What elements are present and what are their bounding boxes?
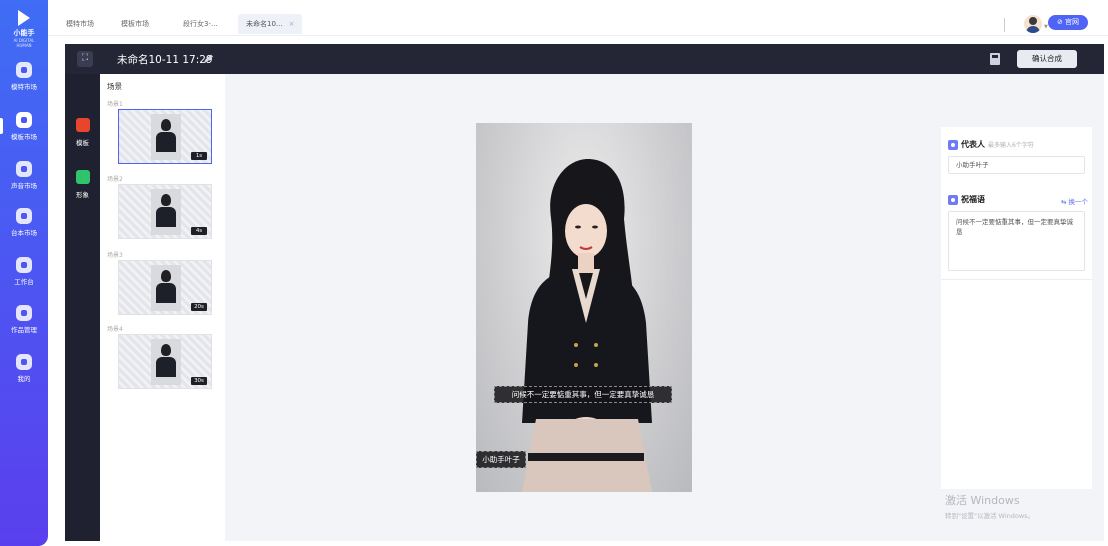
tab-strip: 模特市场 模板市场 段行女3-... 未命名10... × ▼ ⊘ 官网: [48, 6, 1108, 36]
watermark-subtitle: 转到"设置"以激活 Windows。: [945, 512, 1035, 520]
nav-label: 模特市场: [11, 83, 37, 91]
scene-thumbnail[interactable]: 1s: [118, 109, 212, 164]
tab-label: 未命名10...: [246, 20, 283, 28]
nav-label: 我的: [17, 375, 31, 383]
greeting-title: 祝福语: [961, 195, 985, 204]
rail-tab-avatar[interactable]: 形象: [65, 170, 100, 199]
scene-duration: 20s: [191, 303, 207, 311]
works-icon: [16, 305, 32, 321]
nav-label: 工作台: [14, 278, 34, 286]
edit-icon[interactable]: [203, 54, 215, 64]
script-icon: [16, 208, 32, 224]
divider: [941, 279, 1092, 280]
profile-icon: [16, 354, 32, 370]
chevron-down-icon[interactable]: ▼: [1044, 24, 1048, 30]
nav-workbench[interactable]: 工作台: [0, 257, 48, 297]
scene-panel: 场景 场景1 1s 场景2 4s 场景3 20s 场景4 30s: [100, 74, 225, 541]
scene-panel-title: 场景: [107, 82, 122, 91]
scene-label: 场景4: [107, 326, 123, 333]
tab-label: 段行女3-...: [183, 20, 218, 28]
close-icon[interactable]: ×: [289, 20, 295, 28]
scene-label: 场景1: [107, 101, 123, 108]
app-logo[interactable]: 小能手 AI DIGITAL HUMAN: [9, 10, 39, 48]
divider: [1004, 18, 1005, 32]
nav-script-market[interactable]: 台本市场: [0, 208, 48, 248]
scene-thumbnail[interactable]: 30s: [118, 334, 212, 389]
representative-hint: 最多输入6个字符: [988, 142, 1034, 149]
nav-label: 作品管理: [11, 326, 37, 334]
scene-preview-image: [151, 339, 181, 385]
representative-header: 代表人 最多输入6个字符: [948, 139, 1034, 151]
avatar[interactable]: [1024, 15, 1042, 33]
nav-voice-market[interactable]: 声音市场: [0, 161, 48, 201]
greeting-icon: [948, 194, 958, 205]
scene-label: 场景3: [107, 252, 123, 259]
scene-thumbnail[interactable]: 20s: [118, 260, 212, 315]
scene-thumbnail[interactable]: 4s: [118, 184, 212, 239]
scene-duration: 1s: [191, 152, 207, 160]
rail-label: 模板: [76, 139, 89, 147]
swap-greeting-button[interactable]: ⇆ 换一个: [1061, 196, 1088, 206]
person-icon: [948, 139, 958, 150]
app-name: 小能手: [13, 29, 35, 37]
nav-label: 模板市场: [11, 133, 37, 141]
scene-preview-image: [151, 114, 181, 160]
subtitle-overlay[interactable]: 问候不一定要惦重其事，但一定要真挚诚恳: [494, 386, 672, 403]
greeting-textarea[interactable]: 问候不一定要惦重其事，但一定要真挚诚恳: [948, 211, 1085, 271]
editor-toolbar: ⛶ 未命名10-11 17:29 确认合成: [65, 44, 1104, 74]
nav-template-market[interactable]: 模板市场: [0, 112, 48, 152]
tab-model-market[interactable]: 模特市场: [58, 14, 102, 34]
name-tag-overlay[interactable]: 小助手叶子: [476, 451, 526, 468]
official-site-button[interactable]: ⊘ 官网: [1048, 15, 1088, 30]
nav-works-management[interactable]: 作品管理: [0, 305, 48, 345]
properties-panel: 代表人 最多输入6个字符 小助手叶子 祝福语 ⇆ 换一个 问候不一定要惦重其事，但…: [941, 127, 1092, 489]
representative-title: 代表人: [961, 140, 985, 149]
watermark-title: 激活 Windows: [945, 494, 1020, 507]
save-icon[interactable]: [990, 53, 1000, 65]
windows-activation-watermark: 激活 Windows 转到"设置"以激活 Windows。: [945, 492, 1034, 520]
rail-tab-template[interactable]: 模板: [65, 118, 100, 147]
user-icon: [16, 62, 32, 78]
tab-label: 模特市场: [66, 20, 94, 28]
tab-template-detail[interactable]: 段行女3-...: [175, 14, 226, 34]
template-icon: [75, 118, 90, 132]
avatar-icon: [75, 170, 90, 184]
scene-duration: 30s: [191, 377, 207, 385]
voice-icon: [16, 161, 32, 177]
logo-icon: [18, 10, 30, 26]
project-title: 未命名10-11 17:29: [117, 54, 213, 66]
editor-side-tabs: 模板 形象: [65, 74, 100, 541]
video-preview[interactable]: 问候不一定要惦重其事，但一定要真挚诚恳 小助手叶子: [476, 123, 692, 492]
expand-icon[interactable]: ⛶: [77, 51, 93, 67]
template-icon: [16, 112, 32, 128]
tab-template-market[interactable]: 模板市场: [113, 14, 157, 34]
rail-label: 形象: [76, 191, 89, 199]
editor: ⛶ 未命名10-11 17:29 确认合成 模板 形象 场景 场景1 1s 场景…: [65, 44, 1104, 541]
nav-label: 声音市场: [11, 182, 37, 190]
workbench-icon: [16, 257, 32, 273]
scene-duration: 4s: [191, 227, 207, 235]
app-subtitle: AI DIGITAL HUMAN: [13, 38, 35, 48]
nav-profile[interactable]: 我的: [0, 354, 48, 394]
tab-label: 模板市场: [121, 20, 149, 28]
app-sidebar: 小能手 AI DIGITAL HUMAN 模特市场 模板市场 声音市场 台本市场…: [0, 0, 48, 546]
greeting-header: 祝福语: [948, 194, 985, 206]
representative-input[interactable]: 小助手叶子: [948, 156, 1085, 174]
presenter-image: [522, 159, 652, 492]
confirm-compose-button[interactable]: 确认合成: [1017, 50, 1077, 68]
tab-current-project[interactable]: 未命名10... ×: [238, 14, 303, 34]
scene-preview-image: [151, 189, 181, 235]
scene-label: 场景2: [107, 176, 123, 183]
nav-model-market[interactable]: 模特市场: [0, 62, 48, 102]
nav-label: 台本市场: [11, 229, 37, 237]
scene-preview-image: [151, 265, 181, 311]
